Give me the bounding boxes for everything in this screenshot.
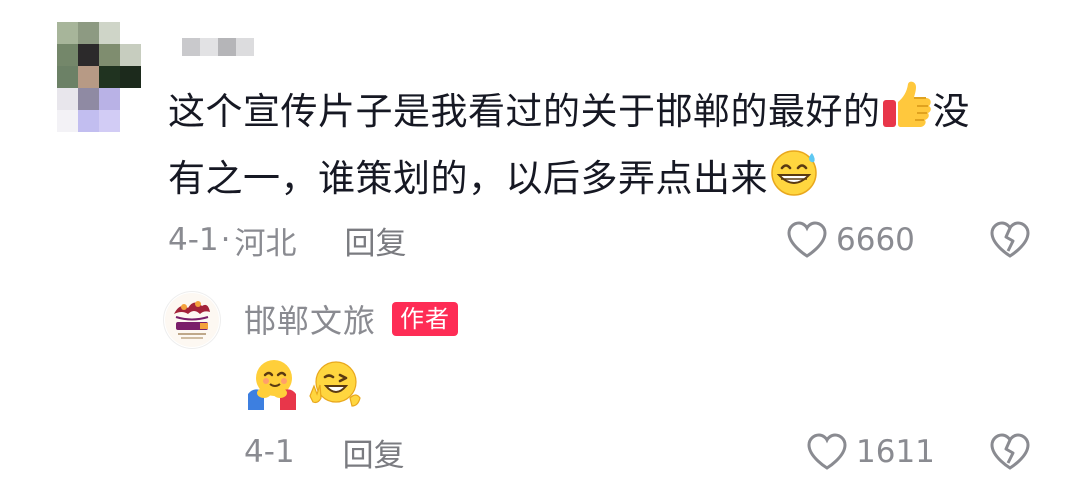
reply-content [244, 356, 370, 412]
comment-text-line2: 有之一，谁策划的，以后多弄点出来 [168, 157, 768, 200]
author-avatar[interactable] [164, 292, 220, 348]
reply-reply-button[interactable]: 回复 [343, 430, 405, 475]
reply-like-button[interactable]: 1611 [806, 430, 935, 474]
comment-thread: 这个宣传片子是我看过的关于邯郸的最好的 没 有之一，谁策划的，以后多弄点出来 4… [0, 0, 1080, 483]
comment-like-count: 6660 [836, 222, 915, 258]
reply-meta: 4-1 回复 [244, 430, 405, 474]
author-name-row: 邯郸文旅 作者 [244, 296, 459, 342]
heart-icon [807, 433, 847, 470]
winking-face-peace-icon [309, 361, 361, 407]
reply-like-count: 1611 [856, 434, 935, 470]
reply-dislike-button[interactable] [988, 430, 1032, 474]
meta-separator: · [220, 222, 231, 258]
author-name[interactable]: 邯郸文旅 [244, 296, 376, 342]
commenter-username-blurred[interactable] [182, 38, 254, 56]
author-badge: 作者 [392, 302, 459, 336]
comment-text-line1-tail: 没 [932, 90, 970, 133]
comment-date: 4-1 [168, 222, 219, 258]
hugging-face-icon [248, 360, 296, 410]
comment-dislike-button[interactable] [988, 218, 1032, 262]
grinning-sweat-icon [768, 147, 822, 214]
broken-heart-icon [990, 221, 1030, 258]
heart-icon [787, 221, 827, 258]
broken-heart-icon [990, 433, 1030, 470]
comment-text: 这个宣传片子是我看过的关于邯郸的最好的 没 有之一，谁策划的，以后多弄点出来 [168, 80, 1048, 214]
comment-meta: 4-1 · 河北 回复 [168, 218, 407, 262]
reply-date: 4-1 [244, 434, 295, 470]
commenter-avatar[interactable] [57, 22, 141, 132]
thumbs-up-icon [881, 80, 933, 147]
comment-text-line1: 这个宣传片子是我看过的关于邯郸的最好的 [168, 90, 881, 133]
comment-like-button[interactable]: 6660 [786, 218, 915, 262]
reply-button[interactable]: 回复 [345, 218, 407, 263]
comment-location: 河北 [234, 225, 297, 262]
